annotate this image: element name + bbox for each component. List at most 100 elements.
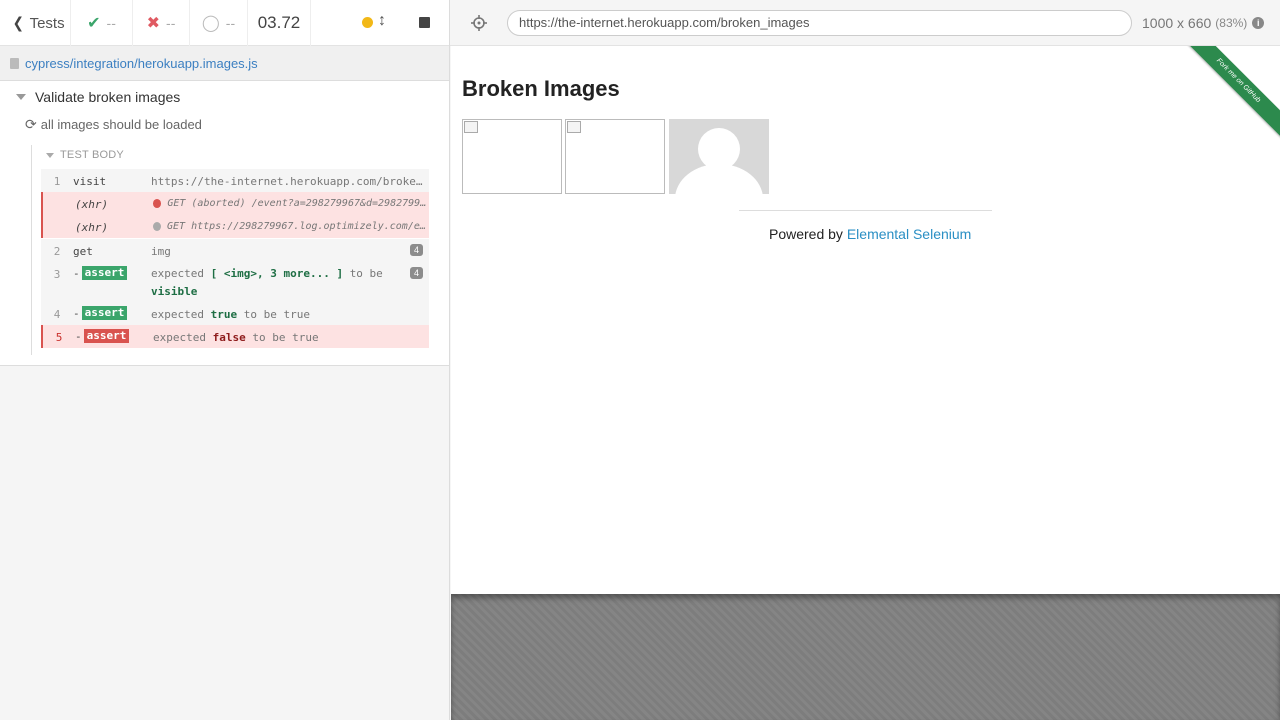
- command-name: (xhr): [75, 198, 109, 211]
- command-message: expected false to be true: [153, 325, 429, 344]
- assert-row[interactable]: 4 - assert expected true to be true: [41, 302, 429, 325]
- assert-matcher: to be: [349, 267, 383, 280]
- stop-button[interactable]: [419, 17, 430, 28]
- assert-expected: expected: [151, 308, 204, 321]
- assert-label: assert: [83, 329, 130, 343]
- command-name: (xhr): [75, 221, 109, 234]
- aut-header: https://the-internet.herokuapp.com/broke…: [450, 0, 1280, 46]
- pending-count: --: [225, 15, 236, 31]
- xhr-row[interactable]: (xhr) GET (aborted) /event?a=298279967&d…: [41, 192, 429, 215]
- viewport-scale: (83%): [1215, 16, 1248, 30]
- info-icon[interactable]: i: [1252, 17, 1265, 29]
- command-name: visit: [73, 175, 107, 188]
- test-body-toggle[interactable]: TEST BODY: [46, 149, 124, 161]
- refresh-icon: ⟳: [25, 116, 37, 132]
- broken-image: [462, 119, 562, 194]
- test-body-label: TEST BODY: [60, 149, 124, 161]
- assert-value: visible: [151, 285, 198, 298]
- assert-expected: expected: [153, 331, 206, 344]
- command-name: get: [73, 245, 93, 258]
- viewport-info: 1000 x 660 (83%) i: [1142, 15, 1265, 31]
- assert-subject: true: [210, 308, 238, 321]
- element-count-badge: 4: [409, 267, 423, 279]
- failed-stat: ✖ --: [133, 0, 190, 46]
- xhr-status-icon: [153, 199, 162, 208]
- reporter-header: ❮ Tests ✔ -- ✖ -- ◯ -- 03.72 ↕: [0, 0, 449, 46]
- powered-by-text: Powered by: [769, 226, 843, 242]
- command-number: 1: [53, 175, 61, 188]
- avatar-shoulders: [675, 164, 763, 194]
- circle-notch-icon: ◯: [201, 15, 220, 32]
- tests-back-button[interactable]: ❮ Tests: [0, 0, 71, 46]
- caret-down-icon: [46, 152, 54, 158]
- crosshairs-icon: [471, 15, 487, 31]
- assert-row[interactable]: 3 - assert expected [ <img>, 3 more... ] …: [41, 262, 429, 302]
- failed-assert-row[interactable]: 5 - assert expected false to be true: [41, 325, 429, 348]
- command-message: https://the-internet.herokuapp.com/broke…: [151, 175, 429, 188]
- avatar-image: [669, 119, 769, 194]
- assert-label: assert: [81, 266, 128, 280]
- assert-expected: expected: [151, 267, 204, 280]
- command-number: [43, 192, 75, 198]
- xhr-status-icon: [153, 222, 161, 231]
- chevron-left-icon: ❮: [12, 15, 24, 32]
- command-guide-line: [31, 145, 32, 355]
- suite-title-row[interactable]: Validate broken images: [16, 89, 180, 105]
- auto-scroll-toggle-icon[interactable]: ↕: [378, 12, 386, 30]
- assert-subject: false: [212, 331, 246, 344]
- command-name: - assert: [75, 325, 153, 343]
- broken-image-icon: [567, 121, 581, 133]
- command-number: 4: [53, 308, 61, 321]
- command-row[interactable]: 1 visit https://the-internet.herokuapp.c…: [41, 169, 429, 192]
- test-title: all images should be loaded: [40, 117, 202, 132]
- footer-divider: [739, 210, 992, 211]
- broken-image: [565, 119, 665, 194]
- broken-image-icon: [464, 121, 478, 133]
- command-number: 2: [53, 245, 61, 258]
- xhr-url: GET https://298279967.log.optimizely.com…: [167, 221, 429, 232]
- running-indicator-icon: [362, 17, 373, 28]
- command-name: - assert: [73, 262, 151, 280]
- url-bar[interactable]: https://the-internet.herokuapp.com/broke…: [507, 10, 1132, 36]
- command-number: 3: [53, 268, 61, 281]
- pending-stat: ◯ --: [190, 0, 248, 46]
- assert-subject: [ <img>, 3 more... ]: [210, 267, 344, 280]
- assert-label: assert: [81, 306, 128, 320]
- selector-playground-button[interactable]: [468, 12, 490, 34]
- command-row[interactable]: 2 get img 4: [41, 239, 429, 262]
- caret-down-icon: [16, 94, 26, 100]
- viewport-size: 1000 x 660: [1142, 15, 1212, 31]
- command-message: GET (aborted) /event?a=298279967&d=29827…: [153, 192, 429, 209]
- command-number: [43, 215, 75, 221]
- command-message: img: [151, 245, 171, 258]
- fork-me-ribbon[interactable]: Fork me on GitHub: [1175, 46, 1280, 144]
- page-footer: Powered by Elemental Selenium: [769, 226, 971, 242]
- aut-background: [451, 594, 1280, 720]
- file-icon: [10, 57, 19, 69]
- check-icon: ✔: [87, 15, 101, 32]
- runnables-list: Validate broken images ⟳ all images shou…: [0, 81, 449, 366]
- aut-iframe: Fork me on GitHub Broken Images Powered …: [451, 46, 1280, 594]
- element-count-badge: 4: [409, 244, 423, 256]
- passed-stat: ✔ --: [71, 0, 133, 46]
- command-number: 5: [55, 331, 63, 344]
- command-name: - assert: [73, 302, 151, 320]
- failed-count: --: [166, 15, 176, 31]
- duration: 03.72: [248, 0, 311, 46]
- assert-matcher: to be true: [252, 331, 319, 344]
- assert-matcher: to be true: [243, 308, 310, 321]
- tests-label: Tests: [29, 14, 65, 32]
- xhr-url: GET (aborted) /event?a=298279967&d=29827…: [167, 198, 429, 209]
- xhr-row[interactable]: (xhr) GET https://298279967.log.optimize…: [41, 215, 429, 238]
- page-title: Broken Images: [462, 76, 620, 101]
- reporter-panel: ❮ Tests ✔ -- ✖ -- ◯ -- 03.72 ↕ cypress/i…: [0, 0, 450, 720]
- elemental-selenium-link[interactable]: Elemental Selenium: [847, 226, 972, 242]
- command-message: expected true to be true: [151, 302, 429, 321]
- run-controls: ↕: [311, 0, 449, 46]
- command-message: GET https://298279967.log.optimizely.com…: [153, 215, 429, 232]
- passed-count: --: [106, 15, 116, 31]
- spec-file-link[interactable]: cypress/integration/herokuapp.images.js: [25, 56, 258, 71]
- test-title-row[interactable]: ⟳ all images should be loaded: [25, 116, 202, 133]
- spec-file-bar: cypress/integration/herokuapp.images.js: [0, 46, 449, 81]
- command-message: expected [ <img>, 3 more... ] to be visi…: [151, 262, 429, 301]
